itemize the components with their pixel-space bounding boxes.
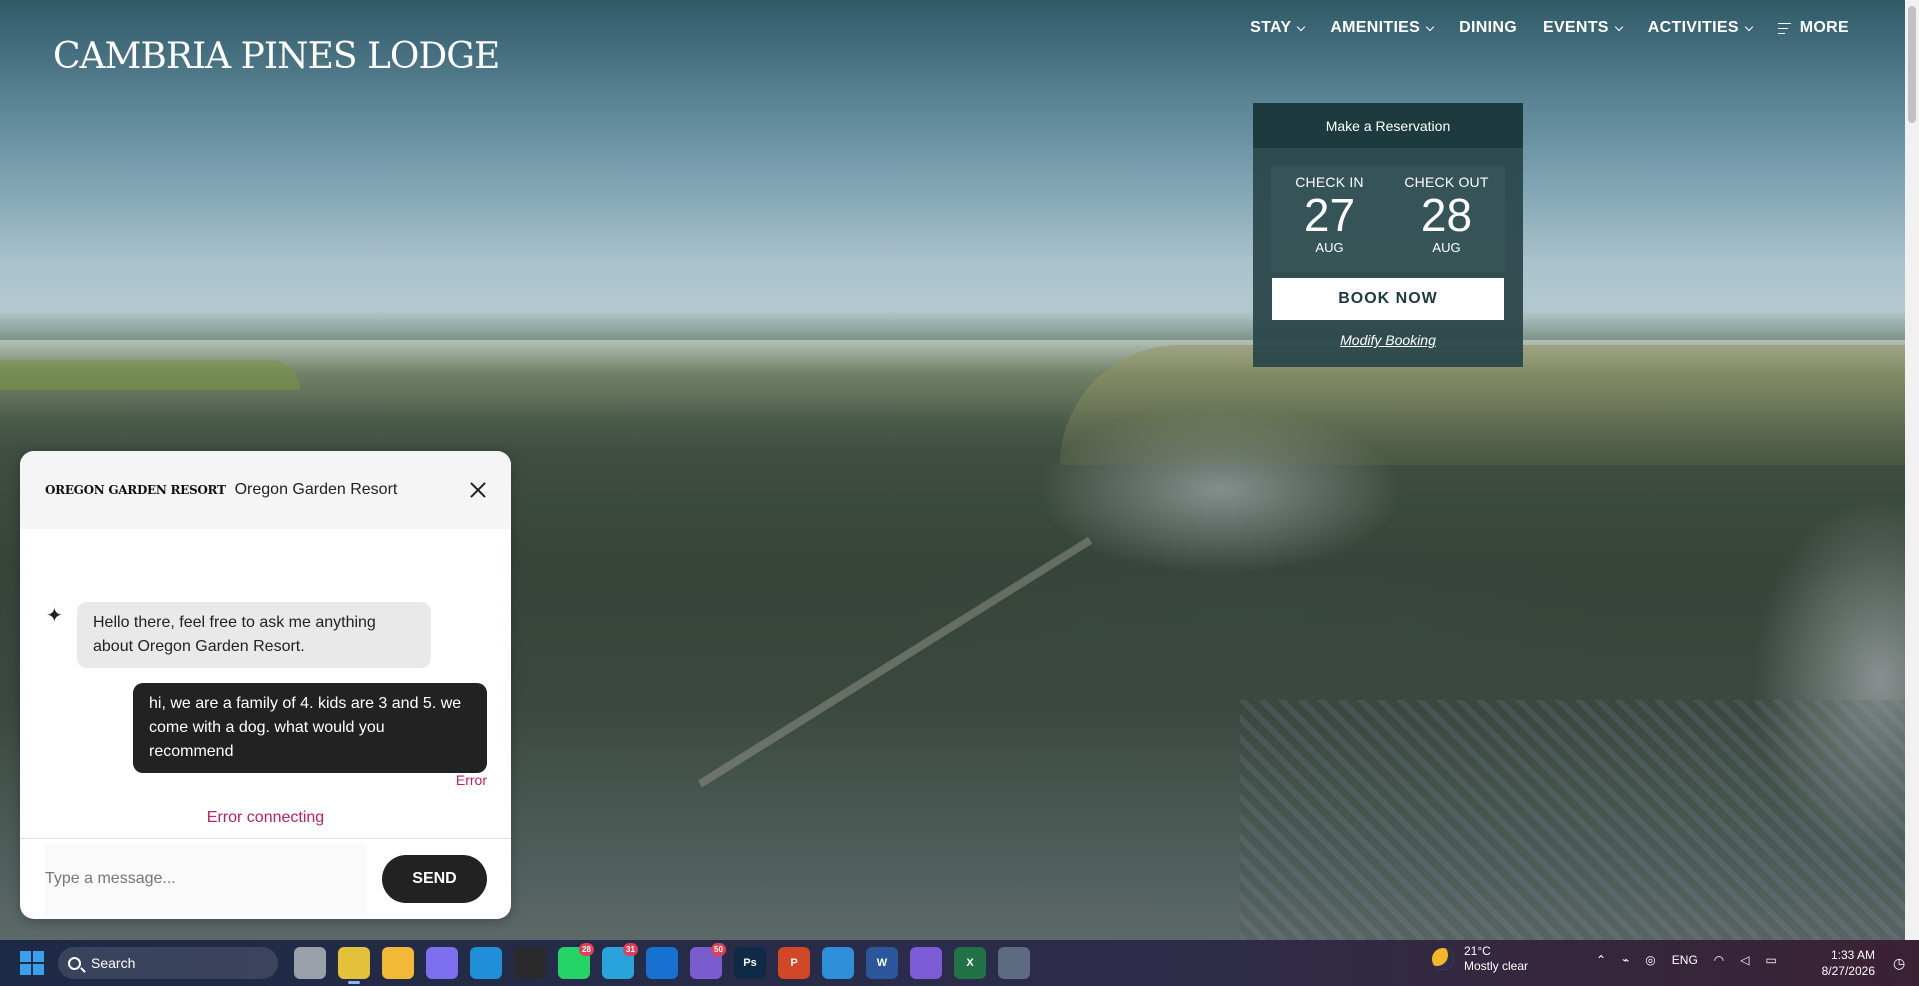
chevron-down-icon: [1425, 22, 1435, 31]
site-logo[interactable]: CAMBRIA PINES LODGE: [53, 36, 500, 77]
check-in-label: CHECK IN: [1295, 174, 1364, 190]
network-off-icon[interactable]: ⌁: [1622, 953, 1629, 967]
notification-icon[interactable]: ◷: [1893, 955, 1909, 971]
excel-icon[interactable]: X: [954, 947, 986, 979]
chevron-up-icon[interactable]: ⌃: [1596, 953, 1606, 967]
word-icon[interactable]: W: [866, 947, 898, 979]
notification-badge: 50: [711, 943, 726, 956]
battery-icon[interactable]: ▭: [1766, 953, 1777, 967]
photoshop-icon[interactable]: Ps: [734, 947, 766, 979]
folder-icon[interactable]: [382, 947, 414, 979]
chat-header: OREGON GARDEN RESORT Oregon Garden Resor…: [20, 451, 511, 529]
field-left: [0, 360, 300, 390]
nav-label: AMENITIES: [1330, 19, 1421, 36]
chat-logo: OREGON GARDEN RESORT: [45, 483, 226, 497]
obsidian-icon[interactable]: [910, 947, 942, 979]
check-out-date[interactable]: CHECK OUT 28 AUG: [1388, 166, 1505, 272]
check-out-label: CHECK OUT: [1404, 174, 1489, 190]
message-error: Error: [455, 772, 487, 788]
nav-events[interactable]: EVENTS: [1542, 19, 1624, 37]
user-message: hi, we are a family of 4. kids are 3 and…: [133, 683, 487, 773]
weather-temp: 21°C: [1464, 944, 1491, 958]
book-now-button[interactable]: BOOK NOW: [1272, 278, 1504, 320]
nav-label: MORE: [1799, 19, 1849, 36]
clock-date: 8/27/2026: [1821, 964, 1875, 978]
chat-input-row: SEND: [20, 838, 511, 919]
sparkle-icon: ✦: [46, 605, 63, 627]
chevron-down-icon: [1744, 22, 1754, 31]
date-selector[interactable]: CHECK IN 27 AUG CHECK OUT 28 AUG: [1271, 166, 1505, 272]
clock-time: 1:33 AM: [1830, 948, 1875, 962]
chat-message-input[interactable]: [45, 843, 367, 915]
terminal-icon[interactable]: [514, 947, 546, 979]
app-label: W: [876, 957, 888, 969]
search-icon: [68, 956, 81, 970]
search-label: Search: [91, 955, 136, 971]
chat-widget: OREGON GARDEN RESORT Oregon Garden Resor…: [20, 451, 511, 919]
edge-icon[interactable]: [470, 947, 502, 979]
viber-icon[interactable]: 50: [690, 943, 726, 979]
sync-icon[interactable]: ◎: [1645, 953, 1655, 967]
weather-widget[interactable]: 21°C Mostly clear: [1432, 944, 1528, 974]
powerpoint-icon[interactable]: P: [778, 947, 810, 979]
app-label: Ps: [743, 957, 757, 969]
chevron-down-icon: [1614, 22, 1624, 31]
scrollbar-thumb[interactable]: [1908, 6, 1916, 123]
notepad-icon[interactable]: [822, 947, 854, 979]
moon-icon: [1432, 948, 1454, 970]
notification-badge: 31: [623, 943, 638, 956]
taskbar-clock[interactable]: 1:33 AM 8/27/2026: [1822, 947, 1875, 979]
chat-title: Oregon Garden Resort: [234, 481, 398, 498]
weather-desc: Mostly clear: [1464, 959, 1529, 973]
notification-badge: 28: [579, 943, 594, 956]
nav-label: ACTIVITIES: [1647, 19, 1739, 36]
app-label: P: [790, 957, 798, 969]
page-scrollbar[interactable]: [1905, 0, 1919, 940]
outlook-icon[interactable]: [646, 947, 678, 979]
check-out-month: AUG: [1432, 240, 1461, 255]
windows-start-icon[interactable]: [20, 951, 44, 975]
telegram-icon[interactable]: 31: [602, 943, 638, 979]
main-nav: STAY AMENITIES DINING EVENTS ACTIVITIES …: [1250, 19, 1849, 37]
whatsapp-icon[interactable]: 28: [558, 943, 594, 979]
check-in-date[interactable]: CHECK IN 27 AUG: [1271, 166, 1388, 272]
nav-more[interactable]: MORE: [1777, 19, 1849, 37]
connection-error: Error connecting: [206, 809, 325, 826]
menu-icon: [1777, 22, 1791, 34]
chrome-icon[interactable]: [338, 947, 370, 984]
road: [697, 536, 1093, 788]
taskbar-search[interactable]: Search: [58, 947, 278, 979]
file-explorer-icon[interactable]: [294, 947, 326, 979]
check-out-day: 28: [1420, 189, 1473, 241]
reservation-title: Make a Reservation: [1253, 103, 1523, 148]
volume-icon[interactable]: ◁: [1740, 953, 1749, 967]
check-in-month: AUG: [1315, 240, 1344, 255]
taskbar-apps: 28 31 50 Ps P W X: [294, 943, 1030, 984]
nav-amenities[interactable]: AMENITIES: [1330, 19, 1435, 37]
nav-dining[interactable]: DINING: [1459, 19, 1517, 37]
copilot-icon[interactable]: [426, 947, 458, 979]
nav-activities[interactable]: ACTIVITIES: [1647, 19, 1754, 37]
modify-booking-link[interactable]: Modify Booking: [1253, 332, 1523, 348]
nav-label: DINING: [1459, 19, 1517, 36]
wifi-icon[interactable]: ◠: [1714, 953, 1724, 967]
nav-stay[interactable]: STAY: [1250, 19, 1306, 37]
town-area: [1240, 700, 1919, 940]
language-indicator[interactable]: ENG: [1672, 953, 1698, 967]
nav-label: STAY: [1250, 19, 1292, 36]
system-tray: ⌃ ⌁ ◎ ENG ◠ ◁ ▭: [1596, 953, 1777, 967]
chevron-down-icon: [1297, 22, 1306, 31]
check-in-day: 27: [1303, 189, 1356, 241]
bot-message: Hello there, feel free to ask me anythin…: [77, 602, 431, 668]
reservation-widget: Make a Reservation CHECK IN 27 AUG CHECK…: [1253, 103, 1523, 367]
nav-label: EVENTS: [1542, 19, 1609, 36]
calculator-icon[interactable]: [998, 947, 1030, 979]
chat-messages: ✦ Hello there, feel free to ask me anyth…: [20, 529, 511, 839]
close-icon[interactable]: [469, 481, 487, 499]
send-button[interactable]: SEND: [382, 855, 487, 903]
app-label: X: [966, 957, 974, 969]
